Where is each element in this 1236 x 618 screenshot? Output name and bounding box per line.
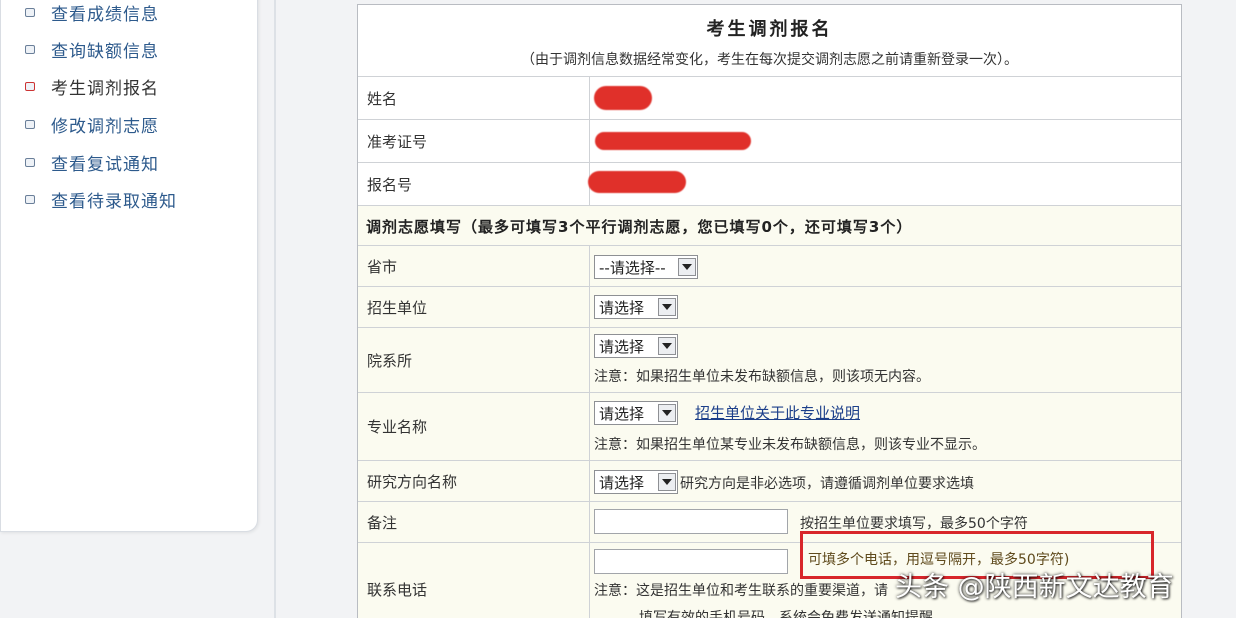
nav-item-vacancies[interactable]: 查询缺额信息: [25, 34, 159, 64]
remark-input[interactable]: [594, 509, 788, 534]
nav-label: 查询缺额信息: [51, 41, 159, 62]
nav-label: 考生调剂报名: [51, 78, 159, 99]
chevron-down-icon: [658, 404, 676, 422]
major-label: 专业名称: [358, 393, 590, 460]
phone-label: 联系电话: [358, 543, 590, 618]
department-select[interactable]: 请选择: [594, 334, 678, 358]
bullet-icon: [25, 194, 35, 204]
school-select-value: 请选择: [599, 298, 645, 317]
redacted-exam-id: [595, 132, 751, 150]
major-description-link[interactable]: 招生单位关于此专业说明: [695, 402, 860, 423]
section-title: 调剂志愿填写（最多可填写3个平行调剂志愿，您已填写0个，还可填写3个）: [366, 218, 913, 236]
chevron-down-icon: [658, 298, 676, 316]
school-label: 招生单位: [358, 287, 590, 327]
province-select-value: --请选择--: [599, 258, 666, 277]
phone-note-line2: 填写有效的手机号码，系统会免费发送通知提醒。: [639, 610, 947, 618]
redacted-name: [594, 86, 652, 110]
department-note: 注意：如果招生单位未发布缺额信息，则该项无内容。: [594, 369, 930, 385]
row-name: 姓名: [358, 77, 1181, 120]
major-select[interactable]: 请选择: [594, 401, 678, 425]
row-reg-no: 报名号: [358, 163, 1181, 206]
row-research: 研究方向名称 请选择 研究方向是非必选项，请遵循调剂单位要求选填: [358, 461, 1181, 502]
research-select-value: 请选择: [599, 473, 645, 492]
department-label: 院系所: [358, 328, 590, 392]
adjustment-form: 考生调剂报名 （由于调剂信息数据经常变化，考生在每次提交调剂志愿之前请重新登录一…: [357, 4, 1182, 618]
nav-item-modify-choice[interactable]: 修改调剂志愿: [25, 109, 159, 139]
divider: [274, 0, 276, 618]
row-province: 省市 --请选择--: [358, 246, 1181, 287]
province-label: 省市: [358, 246, 590, 286]
remark-label: 备注: [358, 502, 590, 542]
watermark-text: 头条 @陕西新文达教育: [895, 572, 1174, 603]
nav-label: 查看复试通知: [51, 154, 159, 175]
nav-label: 查看待录取通知: [51, 191, 177, 212]
bullet-icon: [25, 157, 35, 167]
row-school: 招生单位 请选择: [358, 287, 1181, 328]
row-exam-id: 准考证号: [358, 120, 1181, 163]
school-select[interactable]: 请选择: [594, 295, 678, 319]
research-label: 研究方向名称: [358, 461, 590, 501]
research-select[interactable]: 请选择: [594, 470, 678, 494]
redacted-reg-no: [588, 171, 686, 193]
province-select[interactable]: --请选择--: [594, 255, 698, 279]
nav-item-admission-notice[interactable]: 查看待录取通知: [25, 184, 177, 214]
nav-label: 修改调剂志愿: [51, 116, 159, 137]
remark-hint: 按招生单位要求填写，最多50个字符: [800, 516, 1028, 532]
bullet-icon: [25, 7, 35, 17]
form-subtitle: （由于调剂信息数据经常变化，考生在每次提交调剂志愿之前请重新登录一次）。: [521, 52, 1018, 68]
nav-item-scores[interactable]: 查看成绩信息: [25, 0, 159, 27]
nav-item-adjust-apply[interactable]: 考生调剂报名: [25, 71, 159, 101]
nav-item-reexam-notice[interactable]: 查看复试通知: [25, 147, 159, 177]
phone-note-line1: 注意：这是招生单位和考生联系的重要渠道，请: [594, 583, 888, 599]
form-title: 考生调剂报名: [706, 19, 833, 40]
chevron-down-icon: [658, 337, 676, 355]
bullet-icon: [25, 81, 35, 91]
nav-label: 查看成绩信息: [51, 4, 159, 25]
chevron-down-icon: [678, 258, 696, 276]
bullet-icon: [25, 119, 35, 129]
form-header: 考生调剂报名 （由于调剂信息数据经常变化，考生在每次提交调剂志愿之前请重新登录一…: [358, 5, 1181, 77]
left-nav-panel: 查看成绩信息 查询缺额信息 考生调剂报名 修改调剂志愿 查看复试通知 查看待录取…: [0, 0, 258, 532]
bullet-icon: [25, 44, 35, 54]
section-header: 调剂志愿填写（最多可填写3个平行调剂志愿，您已填写0个，还可填写3个）: [358, 206, 1181, 246]
department-select-value: 请选择: [599, 337, 645, 356]
row-major: 专业名称 请选择 招生单位关于此专业说明 注意：如果招生单位某专业未发布缺额信息…: [358, 393, 1181, 461]
major-select-value: 请选择: [599, 404, 645, 423]
major-note: 注意：如果招生单位某专业未发布缺额信息，则该专业不显示。: [594, 437, 986, 453]
research-note: 研究方向是非必选项，请遵循调剂单位要求选填: [680, 476, 974, 492]
phone-input[interactable]: [594, 549, 788, 574]
name-label: 姓名: [358, 77, 590, 119]
row-department: 院系所 请选择 注意：如果招生单位未发布缺额信息，则该项无内容。: [358, 328, 1181, 393]
exam-id-label: 准考证号: [358, 120, 590, 162]
chevron-down-icon: [658, 473, 676, 491]
reg-no-label: 报名号: [358, 163, 590, 205]
